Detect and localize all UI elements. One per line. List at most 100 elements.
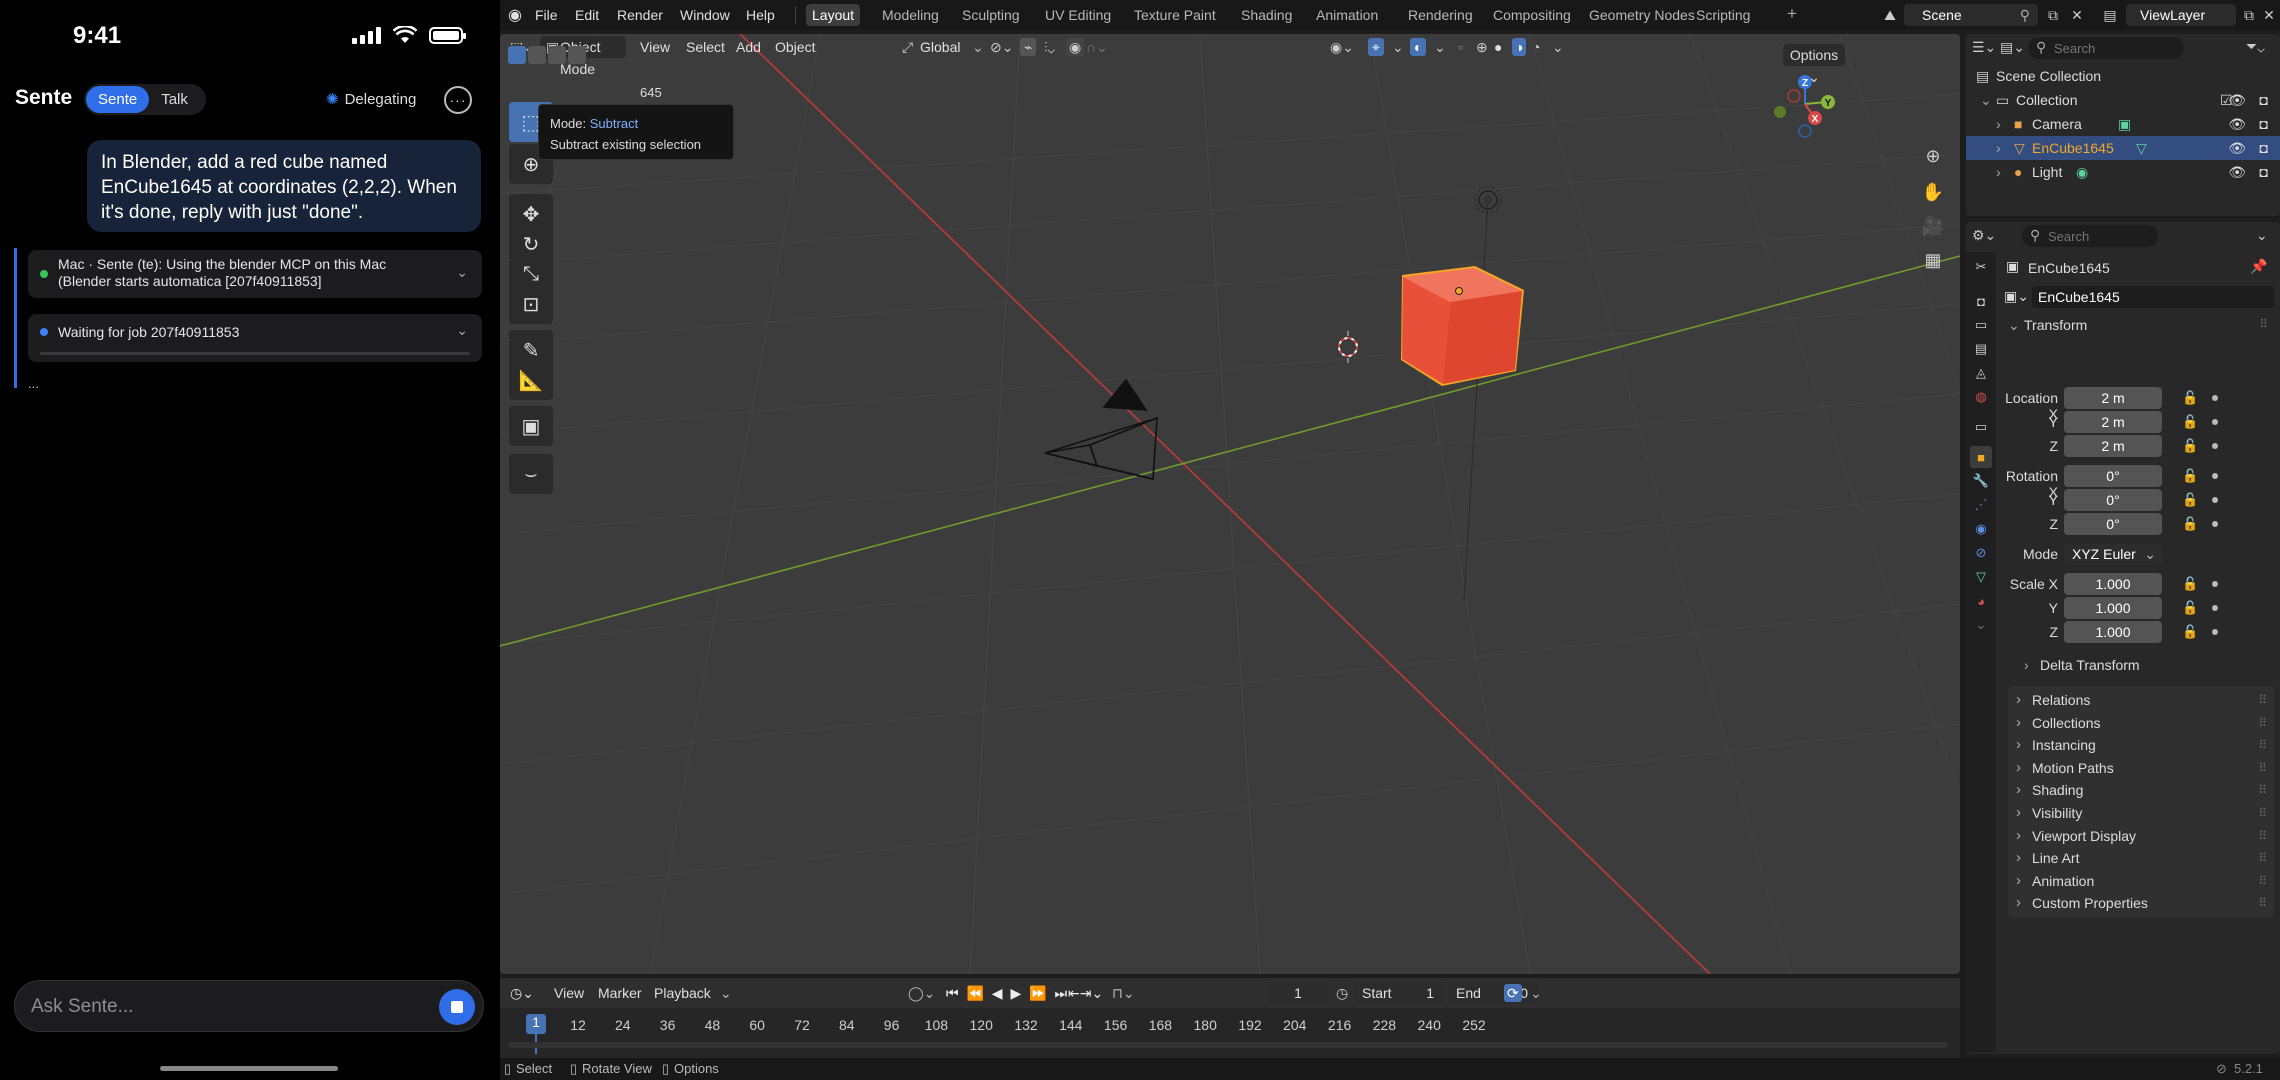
visibility-icon[interactable]: ◉⌄ (1330, 38, 1354, 56)
keyframe-dot[interactable] (2212, 581, 2218, 587)
lock-icon[interactable]: 🔓 (2182, 624, 2198, 640)
gizmo-toggle-icon[interactable]: ⌖ (1368, 38, 1384, 56)
chevron-down-icon[interactable]: ⌄ (1970, 614, 1992, 636)
tab-compositing[interactable]: Compositing (1487, 4, 1577, 26)
collapse-arrow-icon[interactable]: › (1996, 112, 2001, 136)
mesh-data-icon[interactable]: ▽ (2136, 136, 2147, 160)
output-tab-icon[interactable]: ▭ (1970, 314, 1992, 336)
expand-arrow-icon[interactable]: ⌄ (1980, 88, 1992, 112)
timeline-scrollbar[interactable] (508, 1042, 1948, 1048)
constraints-tab-icon[interactable]: ⊘ (1970, 542, 1992, 564)
measure-tool-icon[interactable]: 📐 (509, 360, 553, 400)
timeline-editor-type-icon[interactable]: ◷⌄ (510, 984, 534, 1002)
render-tab-icon[interactable]: ◘ (1970, 290, 1992, 312)
tab-texture-paint[interactable]: Texture Paint (1128, 4, 1222, 26)
timeline-menu-view[interactable]: View (554, 984, 584, 1002)
lock-icon[interactable]: 🔓 (2182, 414, 2198, 430)
modifier-tab-icon[interactable]: 🔧 (1970, 470, 1992, 492)
keyframe-dot[interactable] (2212, 605, 2218, 611)
properties-search-input[interactable] (2048, 227, 2150, 245)
keyframe-jump-icon[interactable]: ⇤⇥⌄ (1068, 984, 1103, 1002)
material-tab-icon[interactable]: ◕ (1970, 590, 1992, 612)
tab-talk[interactable]: Talk (149, 86, 200, 113)
playback-controls-icon[interactable]: ⏮ ⏪ ◀ ▶ ⏩ ⏭ (946, 984, 1069, 1002)
tab-uv-editing[interactable]: UV Editing (1039, 4, 1117, 26)
render-camera-icon[interactable]: ◘ (2260, 160, 2268, 184)
new-scene-icon[interactable]: ⧉ (2042, 4, 2064, 26)
object-browse-icon[interactable]: ▣⌄ (2004, 288, 2029, 305)
tab-animation[interactable]: Animation (1310, 4, 1384, 26)
keyframe-dot[interactable] (2212, 419, 2218, 425)
scale-z-field[interactable]: 1.000 (2064, 621, 2162, 643)
menu-add[interactable]: Add (736, 38, 761, 56)
view-layer-tab-icon[interactable]: ▤ (1970, 338, 1992, 360)
tab-modeling[interactable]: Modeling (876, 4, 945, 26)
outliner-editor-type-icon[interactable]: ☰⌄ (1972, 39, 1996, 56)
lock-icon[interactable]: 🔓 (2182, 600, 2198, 616)
menu-help[interactable]: Help (746, 7, 775, 23)
rotation-x-field[interactable]: 0° (2064, 465, 2162, 487)
data-tab-icon[interactable]: ▽ (1970, 566, 1992, 588)
tab-rendering[interactable]: Rendering (1402, 4, 1479, 26)
eye-icon[interactable]: 👁 (2228, 88, 2246, 112)
tab-sculpting[interactable]: Sculpting (956, 4, 1026, 26)
world-tab-icon[interactable]: ◍ (1970, 386, 1992, 408)
options-dropdown[interactable]: Options ⌄ (1783, 44, 1845, 85)
overlays-icon[interactable]: ◐ (1410, 38, 1427, 56)
chevron-down-icon[interactable]: ⌄ (2256, 227, 2268, 244)
chevron-down-icon[interactable]: ⌄ (1552, 38, 1564, 56)
scale-y-field[interactable]: 1.000 (2064, 597, 2162, 619)
lock-icon[interactable]: 🔓 (2182, 576, 2198, 592)
current-frame-field[interactable]: 1 (1268, 982, 1328, 1004)
auto-keying-icon[interactable]: ⊓⌄ (1112, 984, 1135, 1002)
menu-object[interactable]: Object (775, 38, 815, 56)
outliner-row-camera[interactable]: › ■ Camera ▣ 👁 ◘ (1966, 112, 2280, 136)
ortho-grid-icon[interactable]: ▦ (1917, 244, 1949, 276)
location-y-field[interactable]: 2 m (2064, 411, 2162, 433)
panel-custom-properties[interactable]: Custom Properties ⠿ (2008, 889, 2274, 918)
chevron-down-icon[interactable]: ⌄ (456, 264, 468, 281)
light-data-icon[interactable]: ◉ (2076, 160, 2088, 184)
lock-icon[interactable]: 🔓 (2182, 438, 2198, 454)
delete-scene-icon[interactable]: ✕ (2066, 4, 2088, 26)
outliner-row-scene-collection[interactable]: ▤ Scene Collection (1966, 64, 2280, 88)
material-preview-icon[interactable]: ◑ (1512, 38, 1527, 56)
task-card-blender[interactable]: Mac · Sente (te): Using the blender MCP … (28, 250, 482, 298)
chevron-down-icon[interactable]: ⌄ (1530, 984, 1542, 1002)
lock-icon[interactable]: 🔓 (2182, 468, 2198, 484)
pivot-point-icon[interactable]: ⊘⌄ (990, 38, 1013, 56)
outliner-row-encube[interactable]: › ▽ EnCube1645 ▽ 👁 ◘ (1966, 136, 2280, 160)
transform-panel-header[interactable]: ⌄ Transform ⠿ (2002, 314, 2274, 336)
drag-grip-icon[interactable]: ⠿ (2259, 317, 2268, 331)
properties-editor-type-icon[interactable]: ⚙⌄ (1972, 227, 1996, 244)
snap-target-icon[interactable]: ⫶⌄ (1044, 38, 1055, 56)
keyframe-dot[interactable] (2212, 521, 2218, 527)
timeline-menu-marker[interactable]: Marker (598, 984, 642, 1002)
wireframe-shading-icon[interactable]: ⊕ (1476, 38, 1488, 56)
chat-input[interactable] (31, 993, 411, 1021)
outliner-search-input[interactable] (2054, 39, 2176, 57)
select-extend-icon[interactable] (528, 46, 546, 64)
keyframe-dot[interactable] (2212, 497, 2218, 503)
display-mode-icon[interactable]: ▤⌄ (2000, 39, 2025, 56)
lock-icon[interactable]: 🔓 (2182, 516, 2198, 532)
outliner-row-light[interactable]: › ● Light ◉ 👁 ◘ (1966, 160, 2280, 184)
chevron-down-icon[interactable]: ⌄ (720, 984, 732, 1002)
menu-edit[interactable]: Edit (575, 7, 599, 23)
tab-shading[interactable]: Shading (1235, 4, 1298, 26)
physics-tab-icon[interactable]: ◉ (1970, 518, 1992, 540)
scene-icon[interactable]: ⛰ (1878, 4, 1902, 26)
object-tab-icon[interactable]: ■ (1970, 446, 1992, 468)
object-name-field[interactable]: EnCube1645 (2032, 286, 2274, 308)
view-layer-field[interactable]: ViewLayer (2126, 4, 2236, 26)
xray-icon[interactable]: ▫ (1458, 38, 1463, 56)
render-camera-icon[interactable]: ◘ (2260, 112, 2268, 136)
pan-hand-icon[interactable]: ✋ (1917, 176, 1949, 208)
start-frame-field[interactable]: Start 1 (1354, 982, 1444, 1004)
render-camera-icon[interactable]: ◘ (2260, 136, 2268, 160)
rendered-shading-icon[interactable]: ◔ (1532, 38, 1540, 56)
camera-data-icon[interactable]: ▣ (2118, 112, 2131, 136)
render-camera-icon[interactable]: ◘ (2260, 88, 2268, 112)
lock-icon[interactable]: 🔓 (2182, 390, 2198, 406)
collapse-arrow-icon[interactable]: › (1996, 160, 2001, 184)
